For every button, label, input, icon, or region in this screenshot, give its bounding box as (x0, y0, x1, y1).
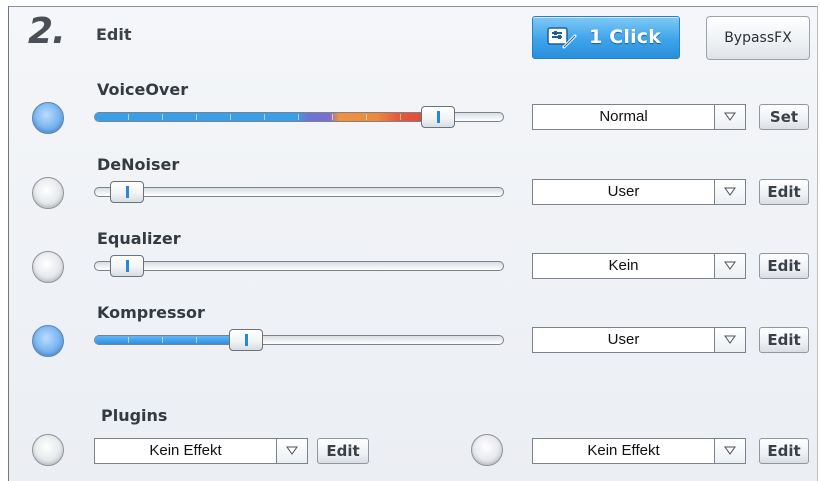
kompressor-label: Kompressor (97, 303, 205, 322)
voiceover-set-button[interactable]: Set (759, 104, 809, 130)
kompressor-preset-value: User (607, 331, 640, 348)
chevron-down-icon[interactable] (714, 105, 745, 129)
level-segment (264, 114, 265, 120)
chevron-down-icon[interactable] (714, 254, 745, 278)
kompressor-level-fill (95, 336, 247, 344)
denoiser-slider-thumb[interactable] (110, 181, 144, 203)
one-click-label: 1 Click (589, 26, 662, 48)
kompressor-toggle[interactable] (32, 325, 64, 357)
level-segment (162, 337, 163, 343)
plugin-2-edit-button[interactable]: Edit (759, 438, 809, 464)
level-segment (196, 337, 197, 343)
chevron-down-icon[interactable] (276, 439, 307, 463)
section-title: Edit (96, 25, 132, 44)
level-segment (400, 114, 401, 120)
level-segment (366, 114, 367, 120)
plugin-2-value: Kein Effekt (587, 442, 660, 459)
denoiser-preset-select[interactable]: User (532, 179, 746, 205)
denoiser-preset-value: User (607, 183, 640, 200)
equalizer-preset-value: Kein (608, 257, 639, 274)
step-number: 2. (28, 11, 66, 52)
denoiser-slider-track[interactable] (94, 187, 504, 197)
level-segment (162, 114, 163, 120)
chevron-down-icon[interactable] (714, 328, 745, 352)
equalizer-toggle[interactable] (32, 251, 64, 283)
equalizer-slider-track[interactable] (94, 261, 504, 271)
voiceover-preset-select[interactable]: Normal (532, 104, 746, 130)
bypass-fx-button[interactable]: BypassFX (706, 16, 810, 60)
voiceover-toggle[interactable] (32, 102, 64, 134)
denoiser-toggle[interactable] (32, 177, 64, 209)
level-segment (196, 114, 197, 120)
plugins-label: Plugins (101, 406, 168, 425)
level-segment (128, 114, 129, 120)
denoiser-edit-button[interactable]: Edit (759, 179, 809, 205)
level-segment (230, 114, 231, 120)
voiceover-level-fill (95, 113, 439, 121)
voiceover-slider-thumb[interactable] (421, 106, 455, 128)
plugin-1-value: Kein Effekt (149, 442, 222, 459)
equalizer-preset-select[interactable]: Kein (532, 253, 746, 279)
edit-wand-icon (547, 26, 577, 49)
chevron-down-icon[interactable] (714, 439, 745, 463)
plugin-2-select[interactable]: Kein Effekt (532, 438, 746, 464)
kompressor-preset-select[interactable]: User (532, 327, 746, 353)
one-click-button[interactable]: 1 Click (532, 16, 680, 59)
plugin-1-edit-button[interactable]: Edit (317, 438, 369, 464)
voiceover-preset-value: Normal (599, 108, 648, 125)
plugin-1-toggle[interactable] (32, 434, 64, 466)
denoiser-label: DeNoiser (97, 155, 180, 174)
equalizer-edit-button[interactable]: Edit (759, 253, 809, 279)
kompressor-slider-thumb[interactable] (229, 329, 263, 351)
level-segment (298, 114, 299, 120)
plugin-1-select[interactable]: Kein Effekt (94, 438, 308, 464)
kompressor-edit-button[interactable]: Edit (759, 327, 809, 353)
voiceover-label: VoiceOver (97, 80, 189, 99)
chevron-down-icon[interactable] (714, 180, 745, 204)
kompressor-slider-track[interactable] (94, 335, 504, 345)
plugin-2-toggle[interactable] (471, 434, 503, 466)
level-segment (332, 114, 333, 120)
level-segment (128, 337, 129, 343)
equalizer-slider-thumb[interactable] (110, 255, 144, 277)
equalizer-label: Equalizer (97, 229, 181, 248)
